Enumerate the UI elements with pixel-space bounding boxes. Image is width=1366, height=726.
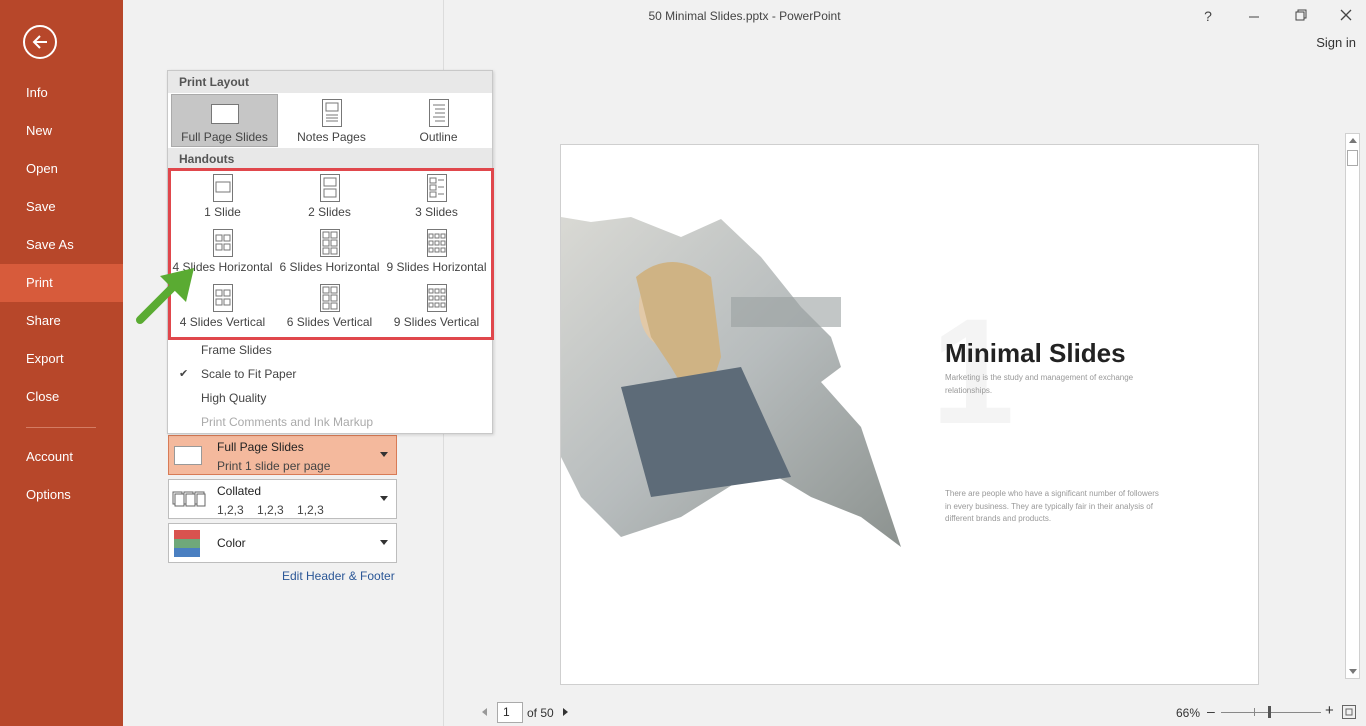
option-high-quality[interactable]: High Quality <box>201 391 266 405</box>
slide-subtitle: Marketing is the study and management of… <box>945 373 1134 395</box>
sidebar-item-save[interactable]: Save <box>0 188 123 226</box>
zoom-slider-center-mark <box>1254 708 1255 716</box>
sidebar-item-account[interactable]: Account <box>0 438 123 476</box>
scroll-down-icon[interactable] <box>1349 669 1357 674</box>
restore-button[interactable] <box>1291 6 1311 26</box>
minimize-button[interactable] <box>1244 6 1264 26</box>
checkmark-icon: ✔ <box>179 368 189 380</box>
option-frame-slides[interactable]: Frame Slides <box>201 343 272 357</box>
page-count-label: of 50 <box>527 706 554 720</box>
layout-notes-pages[interactable]: Notes Pages <box>278 94 385 147</box>
next-page-icon[interactable] <box>563 708 568 716</box>
collation-setting-dropdown[interactable]: Collated 1,2,3 1,2,3 1,2,3 <box>168 479 397 519</box>
minimize-icon <box>1249 16 1259 18</box>
color-setting-title: Color <box>217 536 246 550</box>
page-number-input[interactable]: 1 <box>497 702 523 723</box>
full-page-slides-icon <box>210 104 239 124</box>
layout-outline[interactable]: Outline <box>385 94 492 147</box>
layout-label: Notes Pages <box>297 130 366 144</box>
zoom-slider-thumb[interactable] <box>1268 706 1271 718</box>
chevron-down-icon <box>380 540 388 545</box>
layout-setting-subtitle: Print 1 slide per page <box>217 459 331 473</box>
close-icon <box>1340 9 1352 21</box>
back-button[interactable] <box>23 25 57 59</box>
back-arrow-icon <box>32 35 47 49</box>
handouts-header: Handouts <box>168 148 492 170</box>
zoom-in-button[interactable]: + <box>1325 702 1334 719</box>
sidebar-item-save-as[interactable]: Save As <box>0 226 123 264</box>
sidebar-item-open[interactable]: Open <box>0 150 123 188</box>
option-scale-to-fit-paper[interactable]: Scale to Fit Paper <box>201 367 296 381</box>
sign-in-link[interactable]: Sign in <box>1316 35 1356 50</box>
collated-pages-icon <box>172 491 206 507</box>
color-setting-dropdown[interactable]: Color <box>168 523 397 563</box>
print-layout-header: Print Layout <box>168 71 492 93</box>
sidebar-item-options[interactable]: Options <box>0 476 123 514</box>
title-bar: 50 Minimal Slides.pptx - PowerPoint ? <box>123 0 1366 34</box>
notes-pages-icon <box>321 99 342 127</box>
window-title: 50 Minimal Slides.pptx - PowerPoint <box>648 9 841 23</box>
layout-label: Full Page Slides <box>181 130 268 144</box>
sidebar-item-export[interactable]: Export <box>0 340 123 378</box>
layout-full-page-slides[interactable]: Full Page Slides <box>171 94 278 147</box>
sidebar-item-close[interactable]: Close <box>0 378 123 416</box>
slide-body-text: There are people who have a significant … <box>945 489 1159 523</box>
collation-title: Collated <box>217 484 262 498</box>
chevron-down-icon <box>380 452 388 457</box>
layout-setting-dropdown[interactable]: Full Page Slides Print 1 slide per page <box>168 435 397 475</box>
sidebar-item-info[interactable]: Info <box>0 74 123 112</box>
sidebar-divider <box>26 427 96 428</box>
restore-icon <box>1295 9 1307 21</box>
fit-to-page-icon <box>1345 708 1353 716</box>
handouts-highlight-box <box>168 168 494 340</box>
color-swatch-icon <box>174 530 200 557</box>
layout-setting-title: Full Page Slides <box>217 440 304 454</box>
sidebar-item-print[interactable]: Print <box>0 264 123 302</box>
scroll-thumb[interactable] <box>1347 150 1358 166</box>
preview-scrollbar[interactable] <box>1345 133 1360 679</box>
close-window-button[interactable] <box>1336 6 1356 26</box>
collation-subtitle: 1,2,3 1,2,3 1,2,3 <box>217 503 324 517</box>
edit-header-footer-link[interactable]: Edit Header & Footer <box>282 569 395 583</box>
sidebar-item-new[interactable]: New <box>0 112 123 150</box>
zoom-to-page-button[interactable] <box>1342 705 1356 719</box>
slide-preview: 1 Minimal Slides Marketing is the study … <box>560 144 1259 685</box>
slide-photo <box>561 217 901 547</box>
scroll-up-icon[interactable] <box>1349 138 1357 143</box>
previous-page-icon[interactable] <box>482 708 487 716</box>
layout-label: Outline <box>419 130 458 144</box>
full-page-slide-icon <box>174 446 202 465</box>
outline-icon <box>428 99 449 127</box>
chevron-down-icon <box>380 496 388 501</box>
zoom-out-button[interactable]: – <box>1207 703 1215 719</box>
zoom-level[interactable]: 66% <box>1176 706 1200 720</box>
option-print-comments: Print Comments and Ink Markup <box>201 415 374 429</box>
help-button[interactable]: ? <box>1198 6 1218 26</box>
zoom-slider[interactable] <box>1221 712 1321 713</box>
slide-title: Minimal Slides <box>945 338 1126 368</box>
backstage-sidebar: Info New Open Save Save As Print Share E… <box>0 0 123 726</box>
sidebar-item-share[interactable]: Share <box>0 302 123 340</box>
annotation-arrow-icon <box>136 268 194 324</box>
